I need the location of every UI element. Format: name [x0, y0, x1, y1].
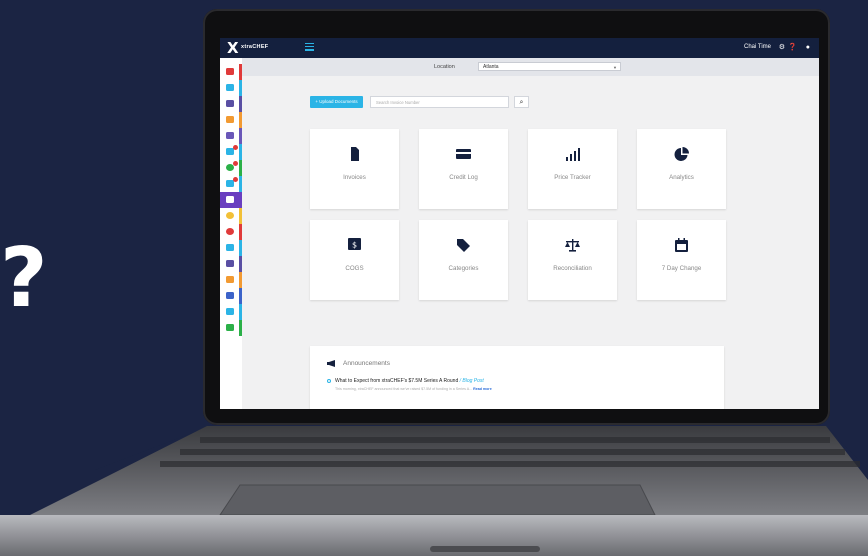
blog-post-link[interactable]: / Blog Post [460, 378, 484, 384]
chevron-down-icon: ▼ [613, 65, 617, 70]
tile-analytics[interactable]: Analytics [637, 129, 726, 209]
announcement-summary-text: This morning, xtraCHEF announced that we… [335, 387, 473, 391]
user-icon[interactable]: ● [806, 43, 810, 52]
app-screen: X xtraCHEF Chai Time ⚙ ❓ ● Location Atla… [220, 38, 819, 409]
sidebar-item-inventory[interactable] [220, 272, 242, 288]
tile-reconciliation[interactable]: Reconciliation [528, 220, 617, 300]
money-icon: $ [348, 238, 361, 250]
tag-icon [457, 239, 470, 252]
sidebar-item-messages[interactable] [220, 176, 242, 192]
credit-card-icon [456, 149, 471, 159]
tile-7-day-change[interactable]: 7 Day Change [637, 220, 726, 300]
sidebar-item-tasks[interactable] [220, 192, 242, 208]
announcements-panel: Announcements What to Expect from xtraCH… [310, 346, 724, 409]
box-icon [226, 276, 234, 283]
sidebar-item-export[interactable] [220, 320, 242, 336]
hamburger-menu-icon[interactable] [305, 43, 314, 52]
tile-credit-log[interactable]: Credit Log [419, 129, 508, 209]
search-icon [226, 228, 234, 235]
ledger-icon [226, 100, 234, 107]
help-icon[interactable]: ❓ [788, 43, 797, 52]
main-content: + Upload Documents Search Invoice Number… [242, 76, 819, 409]
money-icon [226, 84, 234, 91]
calendar-icon [675, 238, 688, 252]
sidebar-item-accounting[interactable] [220, 96, 242, 112]
megaphone-icon [327, 360, 335, 367]
sidebar-item-payments[interactable] [220, 80, 242, 96]
tile-label: 7 Day Change [661, 265, 702, 272]
sidebar-item-search[interactable] [220, 224, 242, 240]
notification-badge [233, 161, 238, 166]
location-select[interactable]: Atlanta ▼ [478, 62, 621, 71]
notification-badge [233, 145, 238, 150]
pie-chart-icon [674, 147, 689, 161]
tile-label: Invoices [343, 174, 366, 181]
sidebar-item-list[interactable] [220, 256, 242, 272]
scale-icon [565, 239, 580, 252]
location-label: Location [434, 64, 455, 70]
sidebar-item-documents[interactable] [220, 128, 242, 144]
sidebar-item-dashboard[interactable] [220, 64, 242, 80]
search-input[interactable]: Search Invoice Number [370, 96, 509, 108]
monitor-icon [226, 308, 234, 315]
location-bar: Location Atlanta ▼ [220, 58, 819, 76]
tile-label: Categories [448, 265, 479, 272]
utensils-icon [226, 292, 234, 299]
upload-documents-button[interactable]: + Upload Documents [310, 96, 363, 108]
tile-cogs[interactable]: $ COGS [310, 220, 399, 300]
bullet-icon [327, 378, 331, 383]
tile-label: Reconciliation [553, 265, 592, 272]
dashboard-icon [226, 68, 234, 75]
sidebar-item-menu[interactable] [220, 288, 242, 304]
document-icon [351, 147, 359, 161]
cart-icon [226, 116, 234, 123]
location-value: Atlanta [483, 64, 499, 70]
tile-label: Analytics [669, 174, 694, 181]
tile-categories[interactable]: Categories [419, 220, 508, 300]
gear-icon[interactable]: ⚙ [779, 43, 785, 52]
search-icon: ⌕ [519, 99, 524, 106]
sidebar-item-reports[interactable] [220, 144, 242, 160]
sidebar-item-ideas[interactable] [220, 208, 242, 224]
tile-invoices[interactable]: Invoices [310, 129, 399, 209]
top-navbar: X xtraCHEF Chai Time ⚙ ❓ ● [220, 38, 819, 58]
sidebar [220, 58, 242, 409]
logo-mark[interactable]: X [227, 40, 239, 56]
user-name[interactable]: Chai Time [744, 44, 771, 50]
tile-label: Credit Log [449, 174, 478, 181]
logo-text[interactable]: xtraCHEF [241, 44, 268, 50]
announcement-item[interactable]: What to Expect from xtraCHEF's $7.5M Ser… [327, 378, 484, 384]
announcements-title: Announcements [343, 360, 390, 367]
notification-badge [233, 177, 238, 182]
lightbulb-icon [226, 212, 234, 219]
search-button[interactable]: ⌕ [514, 96, 529, 108]
svg-text:$: $ [352, 241, 357, 250]
tile-label: Price Tracker [554, 174, 591, 181]
checkbox-icon [226, 196, 234, 203]
sidebar-item-printer[interactable] [220, 240, 242, 256]
sidebar-item-money[interactable] [220, 160, 242, 176]
bar-chart-icon [566, 148, 580, 161]
read-more-link[interactable]: Read more [473, 387, 492, 391]
tile-price-tracker[interactable]: Price Tracker [528, 129, 617, 209]
announcement-summary: This morning, xtraCHEF announced that we… [335, 387, 492, 391]
excel-icon [226, 324, 234, 331]
sidebar-item-display[interactable] [220, 304, 242, 320]
document-icon [226, 132, 234, 139]
printer-icon [226, 244, 234, 251]
tile-label: COGS [345, 265, 364, 272]
list-icon [226, 260, 234, 267]
sidebar-item-cart[interactable] [220, 112, 242, 128]
announcement-title: What to Expect from xtraCHEF's $7.5M Ser… [335, 378, 459, 384]
